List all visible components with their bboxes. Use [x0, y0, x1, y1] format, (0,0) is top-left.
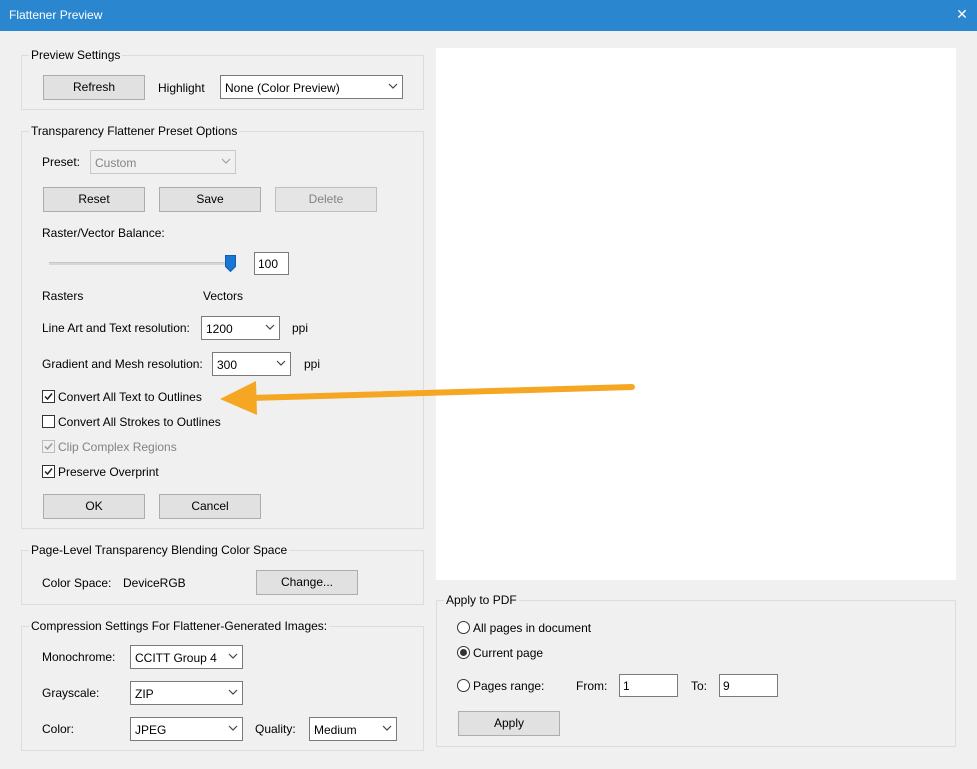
chevron-down-icon: [276, 360, 286, 366]
chevron-down-icon: [388, 83, 398, 89]
balance-value: 100: [258, 257, 279, 271]
gradient-unit: ppi: [304, 357, 321, 371]
chevron-down-icon: [228, 653, 238, 659]
from-label: From:: [576, 679, 608, 693]
color-space-value: DeviceRGB: [123, 576, 186, 590]
save-button[interactable]: Save: [159, 187, 261, 212]
title-bar: Flattener Preview ✕: [0, 0, 977, 31]
highlight-select-value: None (Color Preview): [225, 81, 340, 95]
flattener-preview-pane: [436, 48, 956, 580]
grayscale-label: Grayscale:: [42, 686, 100, 700]
convert-text-checkbox[interactable]: [42, 390, 55, 403]
gradient-resolution-value: 300: [217, 358, 238, 372]
ok-button[interactable]: OK: [43, 494, 145, 519]
slider-thumb-icon[interactable]: [225, 255, 236, 272]
color-value: JPEG: [135, 723, 167, 737]
chevron-down-icon: [221, 158, 231, 164]
gradient-resolution-label: Gradient and Mesh resolution:: [42, 357, 203, 371]
to-label: To:: [691, 679, 708, 693]
window-title: Flattener Preview: [9, 8, 103, 22]
compression-settings-legend: Compression Settings For Flattener-Gener…: [29, 619, 330, 633]
highlight-label: Highlight: [158, 81, 205, 95]
cancel-button[interactable]: Cancel: [159, 494, 261, 519]
convert-strokes-label[interactable]: Convert All Strokes to Outlines: [58, 415, 221, 429]
highlight-select[interactable]: None (Color Preview): [220, 75, 403, 99]
monochrome-value: CCITT Group 4: [135, 651, 217, 665]
quality-select[interactable]: Medium: [309, 717, 397, 741]
current-page-radio[interactable]: [457, 646, 470, 659]
to-page-value: 9: [723, 679, 730, 693]
raster-vector-slider-track[interactable]: [49, 262, 231, 265]
raster-vector-balance-label: Raster/Vector Balance:: [42, 226, 165, 240]
grayscale-select[interactable]: ZIP: [130, 681, 243, 705]
chevron-down-icon: [265, 324, 275, 330]
preset-label: Preset:: [42, 155, 81, 169]
rasters-label: Rasters: [42, 289, 84, 303]
preview-settings-legend: Preview Settings: [29, 48, 123, 62]
all-pages-radio[interactable]: [457, 621, 470, 634]
preset-select-value: Custom: [95, 156, 137, 170]
convert-text-label[interactable]: Convert All Text to Outlines: [58, 390, 202, 404]
pages-range-radio[interactable]: [457, 679, 470, 692]
checkmark-icon: [44, 468, 53, 476]
all-pages-label[interactable]: All pages in document: [473, 621, 591, 635]
color-label: Color:: [42, 722, 75, 736]
color-select[interactable]: JPEG: [130, 717, 243, 741]
blending-color-space-legend: Page-Level Transparency Blending Color S…: [29, 543, 290, 557]
current-page-label[interactable]: Current page: [473, 646, 543, 660]
close-icon[interactable]: ✕: [955, 7, 969, 21]
change-button[interactable]: Change...: [256, 570, 358, 595]
line-art-resolution-value: 1200: [206, 322, 233, 336]
preset-select: Custom: [90, 150, 236, 174]
line-art-resolution-label: Line Art and Text resolution:: [42, 321, 190, 335]
line-art-resolution-select[interactable]: 1200: [201, 316, 280, 340]
checkmark-icon: [44, 443, 53, 451]
preset-options-legend: Transparency Flattener Preset Options: [29, 124, 240, 138]
quality-value: Medium: [314, 723, 357, 737]
line-art-unit: ppi: [292, 321, 309, 335]
to-page-field[interactable]: 9: [719, 674, 778, 697]
reset-button[interactable]: Reset: [43, 187, 145, 212]
from-page-value: 1: [623, 679, 630, 693]
color-space-label: Color Space:: [42, 576, 112, 590]
chevron-down-icon: [228, 689, 238, 695]
preserve-overprint-label[interactable]: Preserve Overprint: [58, 465, 159, 479]
preserve-overprint-checkbox[interactable]: [42, 465, 55, 478]
refresh-button[interactable]: Refresh: [43, 75, 145, 100]
apply-button[interactable]: Apply: [458, 711, 560, 736]
radio-selected-dot: [460, 649, 467, 656]
monochrome-select[interactable]: CCITT Group 4: [130, 645, 243, 669]
clip-regions-checkbox: [42, 440, 55, 453]
gradient-resolution-select[interactable]: 300: [212, 352, 291, 376]
convert-strokes-checkbox[interactable]: [42, 415, 55, 428]
checkmark-icon: [44, 393, 53, 401]
chevron-down-icon: [228, 725, 238, 731]
vectors-label: Vectors: [203, 289, 244, 303]
clip-regions-label: Clip Complex Regions: [58, 440, 177, 454]
pages-range-label[interactable]: Pages range:: [473, 679, 544, 693]
balance-value-field[interactable]: 100: [254, 252, 289, 275]
quality-label: Quality:: [255, 722, 296, 736]
delete-button: Delete: [275, 187, 377, 212]
grayscale-value: ZIP: [135, 687, 154, 701]
apply-to-pdf-legend: Apply to PDF: [444, 593, 519, 607]
chevron-down-icon: [382, 725, 392, 731]
monochrome-label: Monochrome:: [42, 650, 116, 664]
from-page-field[interactable]: 1: [619, 674, 678, 697]
